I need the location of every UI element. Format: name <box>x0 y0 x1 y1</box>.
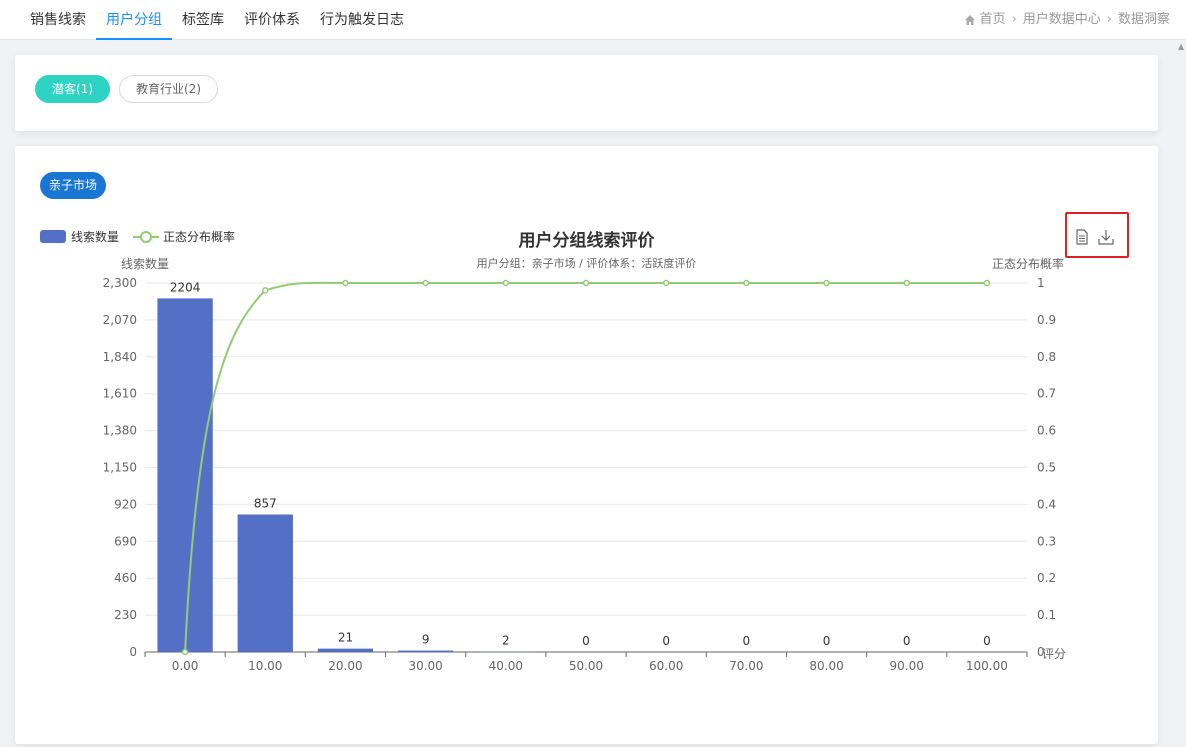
chevron-right-icon: › <box>1106 12 1112 27</box>
home-icon <box>964 15 975 25</box>
tab-sales-leads[interactable]: 销售线索 <box>20 0 96 40</box>
line-point <box>662 279 670 287</box>
x-tick-label: 30.00 <box>408 659 442 673</box>
y2-tick-label: 0.3 <box>1037 534 1056 548</box>
bar-data-label: 9 <box>422 633 430 647</box>
x-tick-label: 70.00 <box>729 659 763 673</box>
line-point <box>823 279 830 287</box>
y-tick-label: 2,300 <box>103 276 137 290</box>
x-tick-label: 0.00 <box>172 659 199 673</box>
tab-evaluation-system[interactable]: 评价体系 <box>234 0 310 40</box>
x-tick-label: 20.00 <box>328 659 362 673</box>
filter-card: 潜客(1) 教育行业(2) <box>15 55 1158 131</box>
y-tick-label: 1,150 <box>103 461 137 475</box>
top-nav: 销售线索 用户分组 标签库 评价体系 行为触发日志 首页 › 用户数据中心 › … <box>0 0 1186 40</box>
scroll-up-icon[interactable]: ▲ <box>1178 42 1184 51</box>
y-tick-label: 2,070 <box>103 313 137 327</box>
line-point <box>903 279 910 287</box>
x-tick-label: 40.00 <box>489 659 523 673</box>
chevron-right-icon: › <box>1011 12 1017 27</box>
y-tick-label: 1,840 <box>103 350 137 364</box>
bar-data-label: 0 <box>823 634 831 648</box>
y2-tick-label: 0.2 <box>1037 571 1056 585</box>
breadcrumb: 首页 › 用户数据中心 › 数据洞察 <box>964 0 1170 40</box>
y2-tick-label: 0.8 <box>1037 350 1056 364</box>
y2-tick-label: 0.1 <box>1037 608 1056 622</box>
line-point <box>342 279 349 287</box>
line-point <box>502 279 510 287</box>
bar-data-label: 2 <box>502 634 510 648</box>
bar-data-label: 0 <box>983 634 991 648</box>
x-tick-label: 50.00 <box>569 659 603 673</box>
y-tick-label: 0 <box>129 645 137 659</box>
chart-plot: 02304606909201,1501,3801,6101,8402,0702,… <box>103 276 1056 673</box>
x-tick-label: 60.00 <box>649 659 683 673</box>
y2-tick-label: 0.4 <box>1037 497 1056 511</box>
line-point <box>422 279 429 287</box>
bar-data-label: 0 <box>662 634 670 648</box>
line-point <box>743 279 750 287</box>
x-tick-label: 80.00 <box>809 659 843 673</box>
bar-data-label: 21 <box>338 631 353 645</box>
tab-behavior-log[interactable]: 行为触发日志 <box>310 0 414 40</box>
y-tick-label: 460 <box>114 571 137 585</box>
breadcrumb-home[interactable]: 首页 <box>980 0 1006 40</box>
y2-tick-label: 0.5 <box>1037 461 1056 475</box>
line-point <box>983 279 991 287</box>
filter-pill-education[interactable]: 教育行业(2) <box>119 75 218 103</box>
y-tick-label: 1,380 <box>103 424 137 438</box>
y-tick-label: 690 <box>114 534 137 548</box>
tab-tag-library[interactable]: 标签库 <box>172 0 234 40</box>
y-tick-label: 920 <box>114 497 137 511</box>
x-tick-label: 90.00 <box>890 659 924 673</box>
y-tick-label: 1,610 <box>103 387 137 401</box>
bar <box>397 650 454 652</box>
bar <box>157 298 213 652</box>
tab-user-groups[interactable]: 用户分组 <box>96 0 172 40</box>
breadcrumb-data-insight: 数据洞察 <box>1117 12 1170 27</box>
bar-data-label: 0 <box>743 634 751 648</box>
bar <box>237 514 293 652</box>
x-tick-label: 100.00 <box>966 659 1008 673</box>
chart-card: 亲子市场 线索数量 正态分布概率 用户分组线索评价 用户分组：亲子市场 / 评价… <box>15 146 1158 744</box>
bar <box>317 648 374 652</box>
y2-tick-label: 1 <box>1037 276 1045 290</box>
bar-data-label: 0 <box>903 634 911 648</box>
nav-tabs: 销售线索 用户分组 标签库 评价体系 行为触发日志 <box>20 0 414 40</box>
y2-tick-label: 0.6 <box>1037 424 1056 438</box>
filter-pill-prospects[interactable]: 潜客(1) <box>35 75 110 103</box>
y2-tick-label: 0 <box>1037 645 1045 659</box>
breadcrumb-user-data-center[interactable]: 用户数据中心 <box>1023 0 1101 40</box>
bar-data-label: 857 <box>254 497 277 511</box>
line-point <box>262 287 269 294</box>
x-tick-label: 10.00 <box>248 659 282 673</box>
bar-data-label: 2204 <box>170 280 201 294</box>
y2-tick-label: 0.9 <box>1037 313 1056 327</box>
line-point <box>181 648 189 656</box>
y2-tick-label: 0.7 <box>1037 387 1056 401</box>
bar-data-label: 0 <box>582 634 590 648</box>
line-point <box>582 279 590 287</box>
y-tick-label: 230 <box>114 608 137 622</box>
